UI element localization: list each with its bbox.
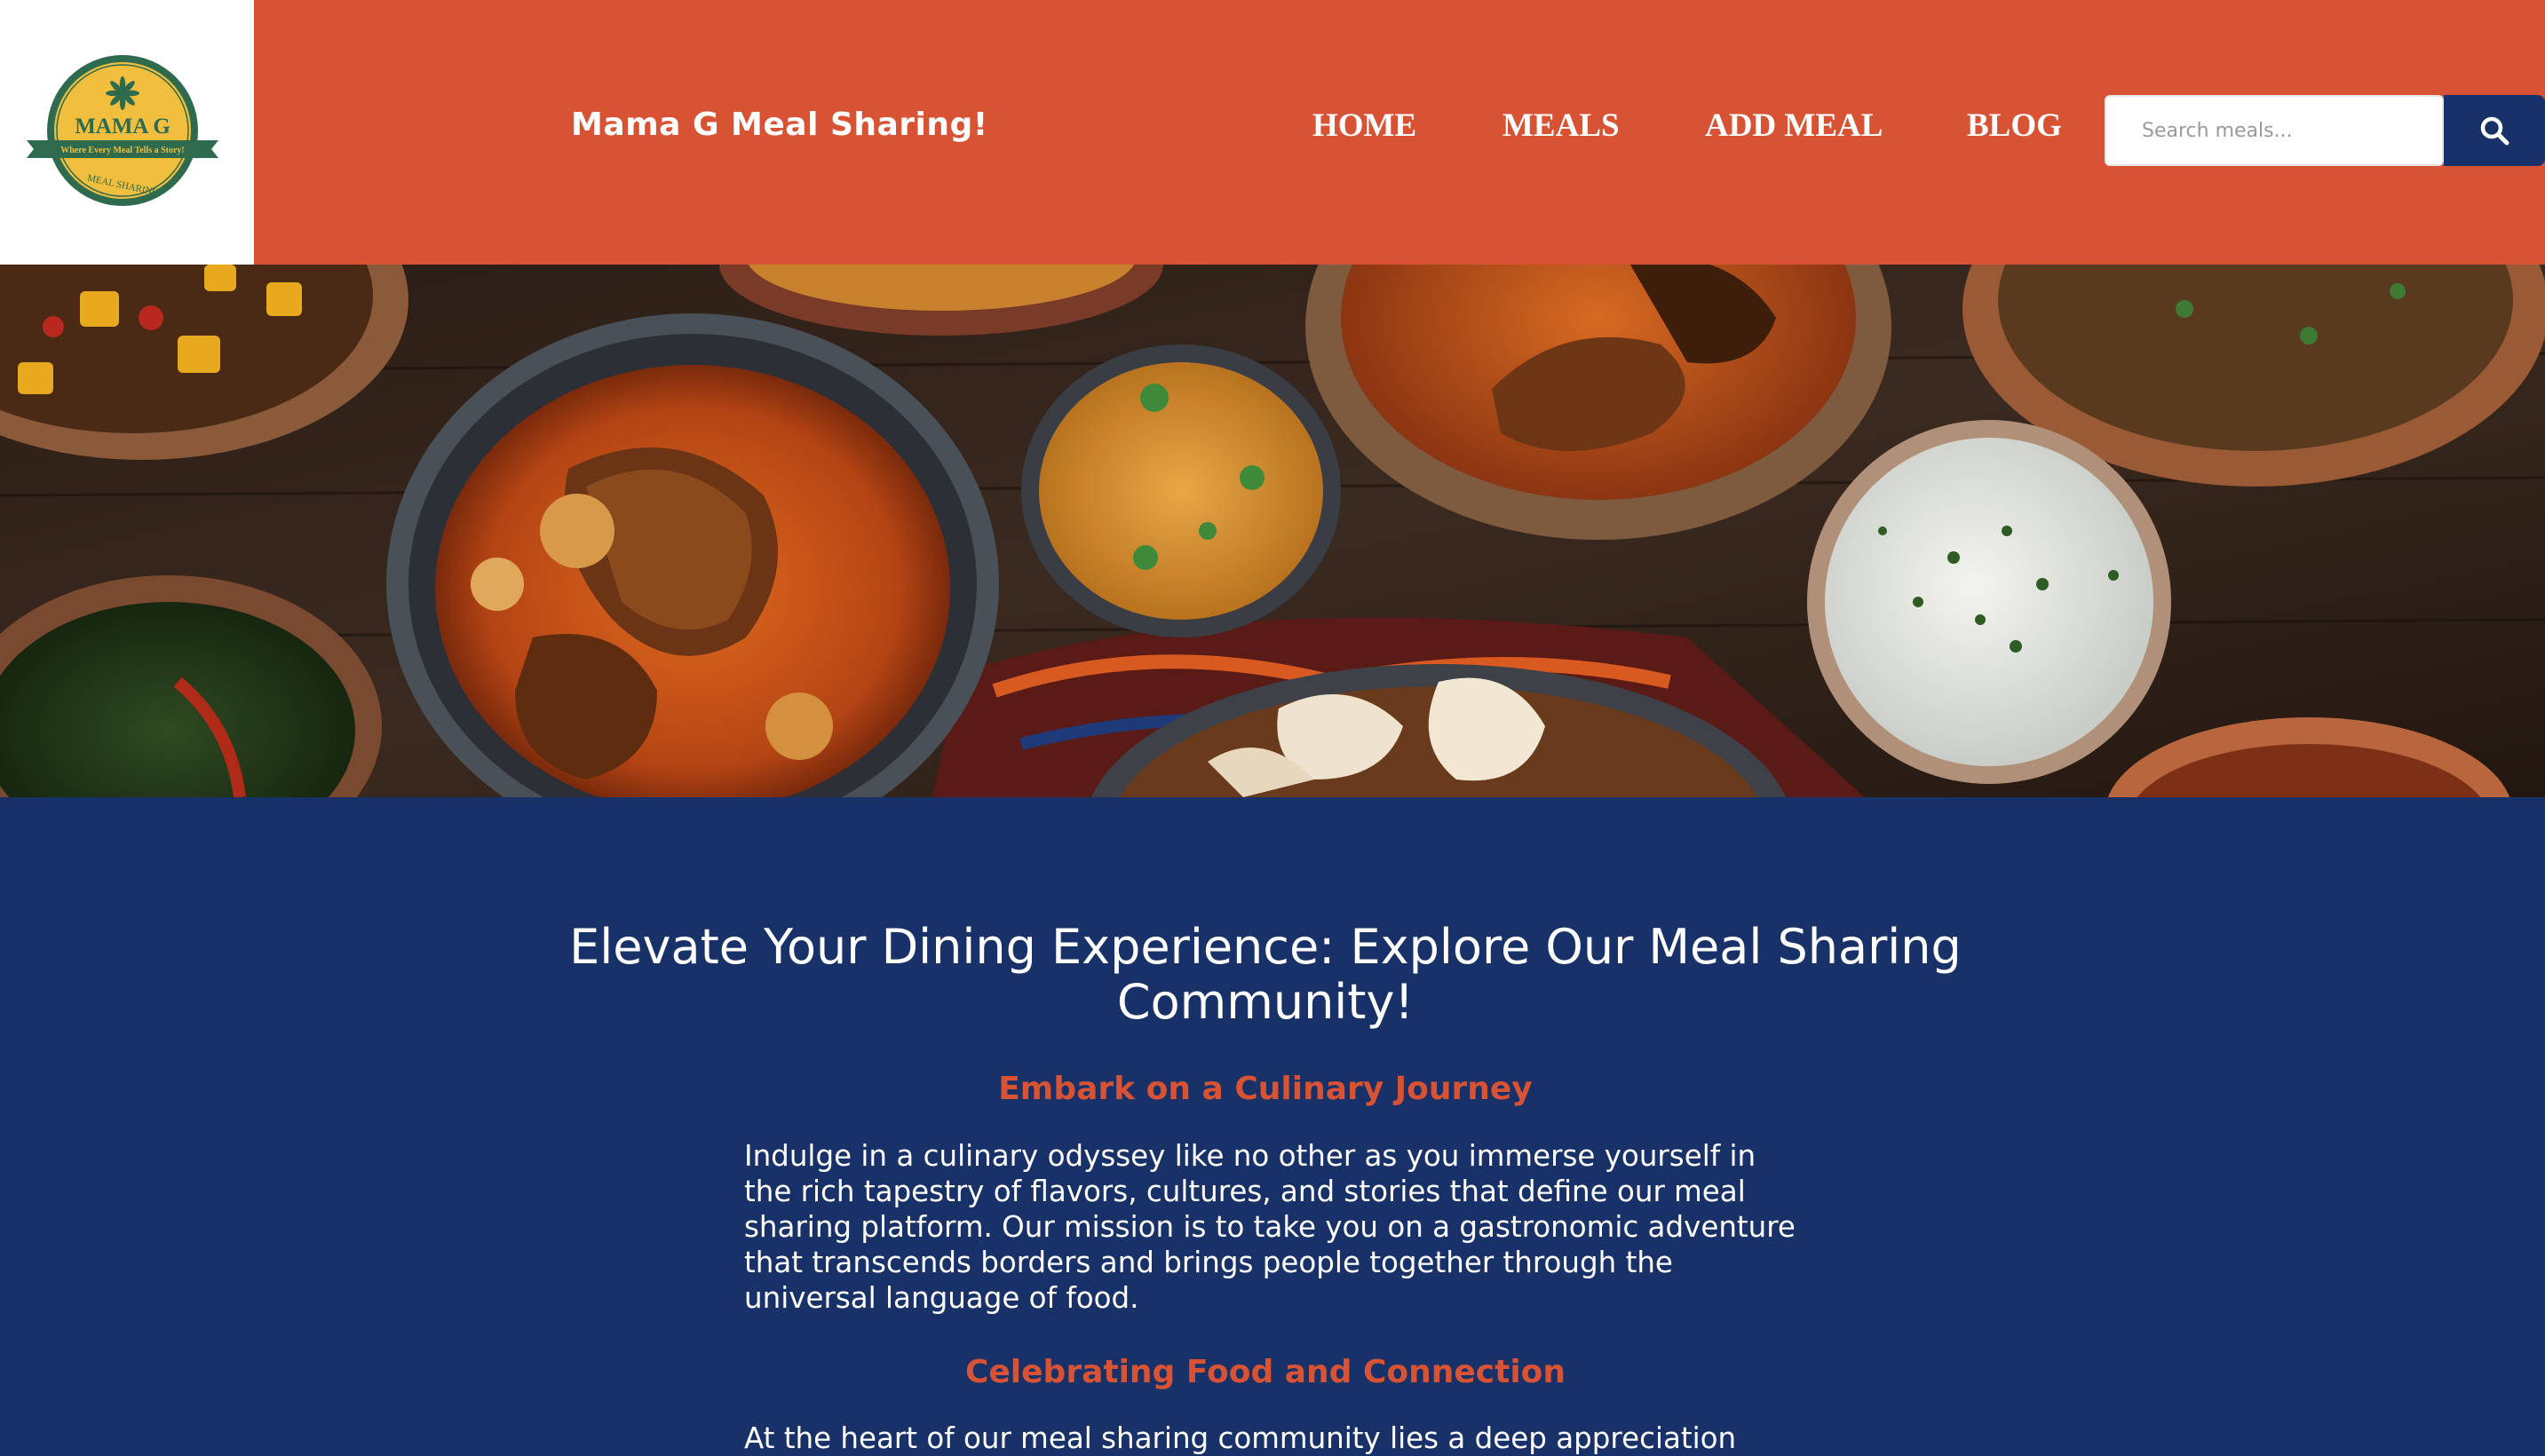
section-text-food-connection: At the heart of our meal sharing communi… [744,1421,1737,1455]
nav-add-meal[interactable]: ADD MEAL [1705,107,1883,145]
section-text-culinary-journey: Indulge in a culinary odyssey like no ot… [744,1139,1796,1315]
search-icon [2480,116,2509,146]
food-spread-illustration [0,265,2545,797]
logo-link[interactable]: MAMA G Where Every Meal Tells a Story! M… [0,0,254,265]
nav-home[interactable]: HOME [1312,107,1416,145]
site-header: MAMA G Where Every Meal Tells a Story! M… [0,0,2545,265]
search-input[interactable] [2105,95,2444,166]
search-button[interactable] [2444,95,2545,166]
jollof-rice-bowl [1021,344,1341,637]
yogurt-bowl [1807,420,2171,784]
content-section: Elevate Your Dining Experience: Explore … [0,797,2545,1455]
page-heading: Elevate Your Dining Experience: Explore … [569,919,1962,1030]
star-anise-icon [106,76,139,110]
section-heading-food-connection: Celebrating Food and Connection [964,1354,1566,1390]
nav-blog[interactable]: BLOG [1967,107,2062,145]
logo-title: MAMA G [75,115,170,138]
logo-tagline: Where Every Meal Tells a Story! [60,146,185,155]
nav-meals[interactable]: MEALS [1502,107,1620,145]
site-logo: MAMA G Where Every Meal Tells a Story! M… [27,55,218,206]
site-title: Mama G Meal Sharing! [571,107,988,143]
section-heading-culinary-journey: Embark on a Culinary Journey [998,1071,1533,1107]
hero-food-image [0,265,2545,797]
